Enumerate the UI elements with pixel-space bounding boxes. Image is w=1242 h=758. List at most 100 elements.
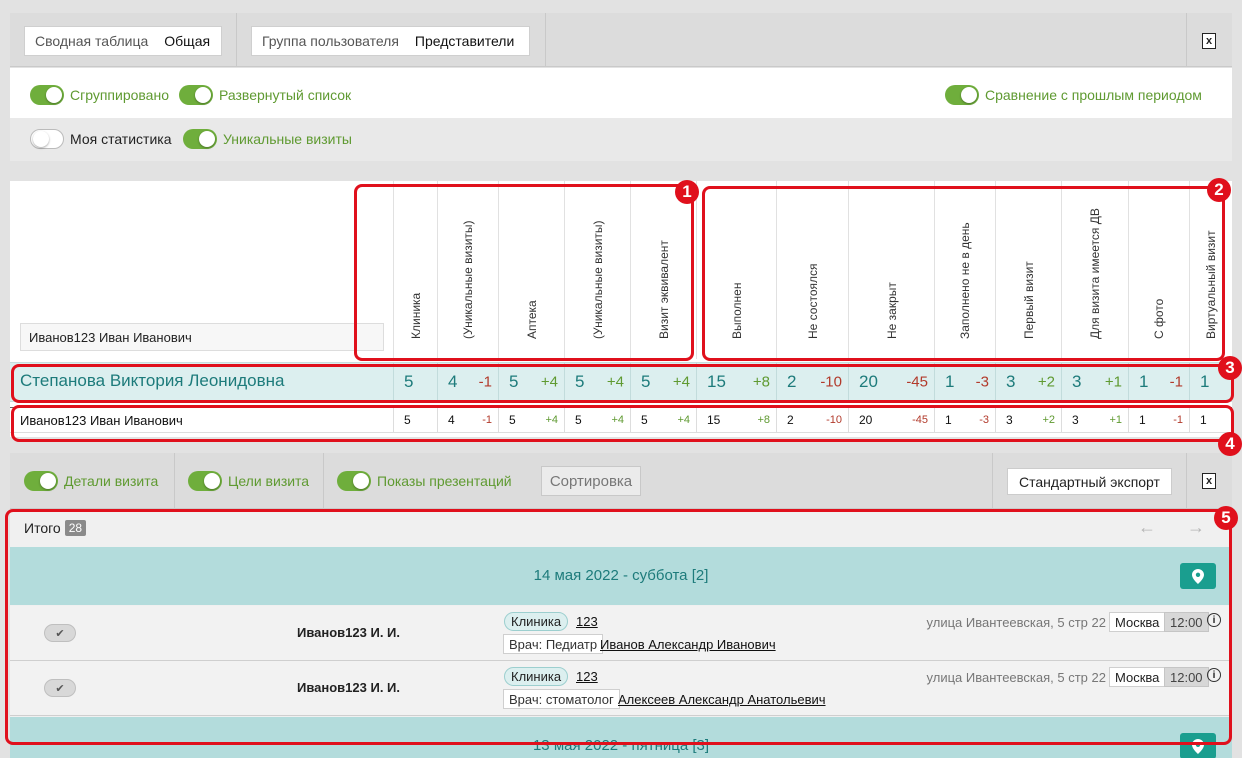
stat-cell: 1 -1: [1128, 363, 1189, 401]
summary-table-label: Сводная таблица: [35, 33, 149, 49]
stats-table: Иванов123 Иван Иванович Клиника (Уникальн…: [10, 181, 1232, 437]
stat-value: 2: [787, 413, 794, 427]
stat-value: 2: [787, 372, 797, 391]
total-badge: 28: [64, 520, 87, 536]
map-pin-button[interactable]: [1180, 733, 1216, 758]
visit-details-label: Детали визита: [64, 473, 159, 489]
filter-bar: Сводная таблица Общая Группа пользовател…: [10, 13, 1232, 67]
stat-delta: -1: [478, 373, 492, 391]
stat-cell: 1: [1189, 408, 1232, 432]
stat-value: 4: [448, 413, 455, 427]
visit-number-link[interactable]: 123: [576, 614, 598, 629]
toggle-my-stats[interactable]: Моя статистика: [30, 129, 172, 149]
annotation-number-3: 3: [1218, 356, 1242, 380]
column-header-label: Не закрыт: [884, 282, 899, 339]
user-row[interactable]: Иванов123 Иван Иванович 5 4 -1 5 +4 5 +4 5 +4 15 +…: [10, 407, 1232, 433]
toggle-unique-visits[interactable]: Уникальные визиты: [183, 129, 352, 149]
stat-delta: +8: [752, 373, 770, 391]
visit-city: Москва: [1109, 612, 1166, 632]
stat-value: 20: [859, 372, 878, 391]
arrow-left-icon[interactable]: ←: [1138, 517, 1156, 538]
stat-cell: 1 -1: [1128, 408, 1189, 432]
check-icon[interactable]: ✔: [44, 624, 76, 642]
column-header: Для визита имеется ДВ: [1061, 181, 1128, 359]
column-header-label: Виртуальный визит: [1204, 230, 1218, 339]
excel-export-icon[interactable]: x: [1202, 473, 1216, 489]
annotation-number-1: 1: [675, 180, 699, 204]
toggle-visit-details[interactable]: Детали визита: [24, 471, 158, 491]
visit-row[interactable]: ✔ Иванов123 И. И. Клиника 123 Врач: Педи…: [10, 606, 1232, 661]
stat-value: 5: [404, 413, 411, 427]
visit-number-link[interactable]: 123: [576, 669, 598, 684]
column-header: Аптека: [498, 181, 564, 359]
column-header-label: Не состоялся: [805, 263, 820, 339]
column-header: Не состоялся: [776, 181, 848, 359]
divider: [236, 13, 237, 67]
column-header-label: (Уникальные визиты): [461, 220, 475, 339]
info-icon[interactable]: i: [1207, 613, 1221, 627]
stat-value: 3: [1006, 413, 1013, 427]
toggle-grouped[interactable]: Сгруппировано: [30, 85, 169, 105]
details-toolbar: Детали визита Цели визита Показы презент…: [10, 453, 1232, 509]
visit-user: Иванов123 И. И.: [297, 625, 401, 640]
toggle-my-stats-label: Моя статистика: [70, 131, 172, 147]
stat-cell: 1 -3: [934, 408, 995, 432]
toggle-expanded-label: Развернутый список: [219, 87, 352, 103]
visits-list: Итого 28 ← → 14 мая 2022 - суббота [2] ✔…: [10, 511, 1232, 758]
stat-cell: 5 +4: [498, 363, 564, 401]
stat-value: 1: [945, 413, 952, 427]
stat-delta: -1: [482, 414, 492, 426]
stats-user-field[interactable]: Иванов123 Иван Иванович: [20, 323, 384, 351]
total-count: Итого 28: [24, 520, 87, 536]
stat-value: 20: [859, 413, 873, 427]
switch-on-icon: [945, 85, 979, 105]
visit-row[interactable]: ✔ Иванов123 И. И. Клиника 123 Врач: стом…: [10, 661, 1232, 716]
doctor-role: Врач: стоматолог: [503, 689, 620, 709]
arrow-right-icon[interactable]: →: [1187, 517, 1205, 538]
stat-cell: 2 -10: [776, 408, 848, 432]
user-group-value: Представители: [414, 33, 515, 49]
stat-cell: 3 +1: [1061, 408, 1128, 432]
toggle-compare-period[interactable]: Сравнение с прошлым периодом: [945, 85, 1202, 105]
user-group-select[interactable]: Группа пользователя Представители: [251, 26, 530, 56]
column-header-label: С фото: [1152, 298, 1166, 339]
column-header: Не закрыт: [848, 181, 934, 359]
map-pin-button[interactable]: [1180, 563, 1216, 589]
check-icon[interactable]: ✔: [44, 679, 76, 697]
group-row[interactable]: Степанова Виктория Леонидовна 5 4 -1 5 +4 5 +4…: [10, 362, 1232, 402]
visit-user: Иванов123 И. И.: [297, 680, 401, 695]
stat-delta: -1: [1173, 414, 1183, 426]
toggle-expanded-list[interactable]: Развернутый список: [179, 85, 351, 105]
column-header: (Уникальные визиты): [437, 181, 498, 359]
stat-cell: 4 -1: [437, 408, 498, 432]
stat-value: 15: [707, 413, 721, 427]
sort-button[interactable]: Сортировка: [541, 466, 641, 496]
user-group-label: Группа пользователя: [262, 33, 399, 49]
stat-cell: 15 +8: [696, 363, 776, 401]
day-header: 13 мая 2022 - пятница [3]: [10, 717, 1232, 758]
stat-delta: -45: [906, 373, 928, 391]
stat-cell: 5 +4: [564, 408, 630, 432]
doctor-link[interactable]: Иванов Александр Иванович: [600, 637, 776, 652]
summary-table-select[interactable]: Сводная таблица Общая: [24, 26, 222, 56]
toggle-visit-goals[interactable]: Цели визита: [188, 471, 309, 491]
stat-delta: +2: [1037, 373, 1055, 391]
column-header-label: Выполнен: [729, 282, 744, 339]
visit-time: 12:00: [1164, 667, 1209, 687]
stat-cell: 4 -1: [437, 363, 498, 401]
column-header-label: Визит эквивалент: [656, 240, 671, 339]
stat-cell: 5 +4: [498, 408, 564, 432]
stat-delta: -3: [975, 373, 989, 391]
doctor-link[interactable]: Алексеев Александр Анатольевич: [618, 692, 826, 707]
stat-cell: 5 +4: [630, 363, 696, 401]
stat-delta: -10: [826, 414, 842, 426]
toggle-presentations[interactable]: Показы презентаций: [337, 471, 512, 491]
column-header-label: Заполнено не в день: [958, 222, 972, 339]
excel-export-icon[interactable]: x: [1202, 33, 1216, 49]
stat-value: 1: [1200, 372, 1210, 391]
info-icon[interactable]: i: [1207, 668, 1221, 682]
stat-value: 5: [641, 372, 651, 391]
column-header: Первый визит: [995, 181, 1061, 359]
divider: [545, 13, 546, 67]
standard-export-button[interactable]: Стандартный экспорт: [1007, 468, 1172, 495]
